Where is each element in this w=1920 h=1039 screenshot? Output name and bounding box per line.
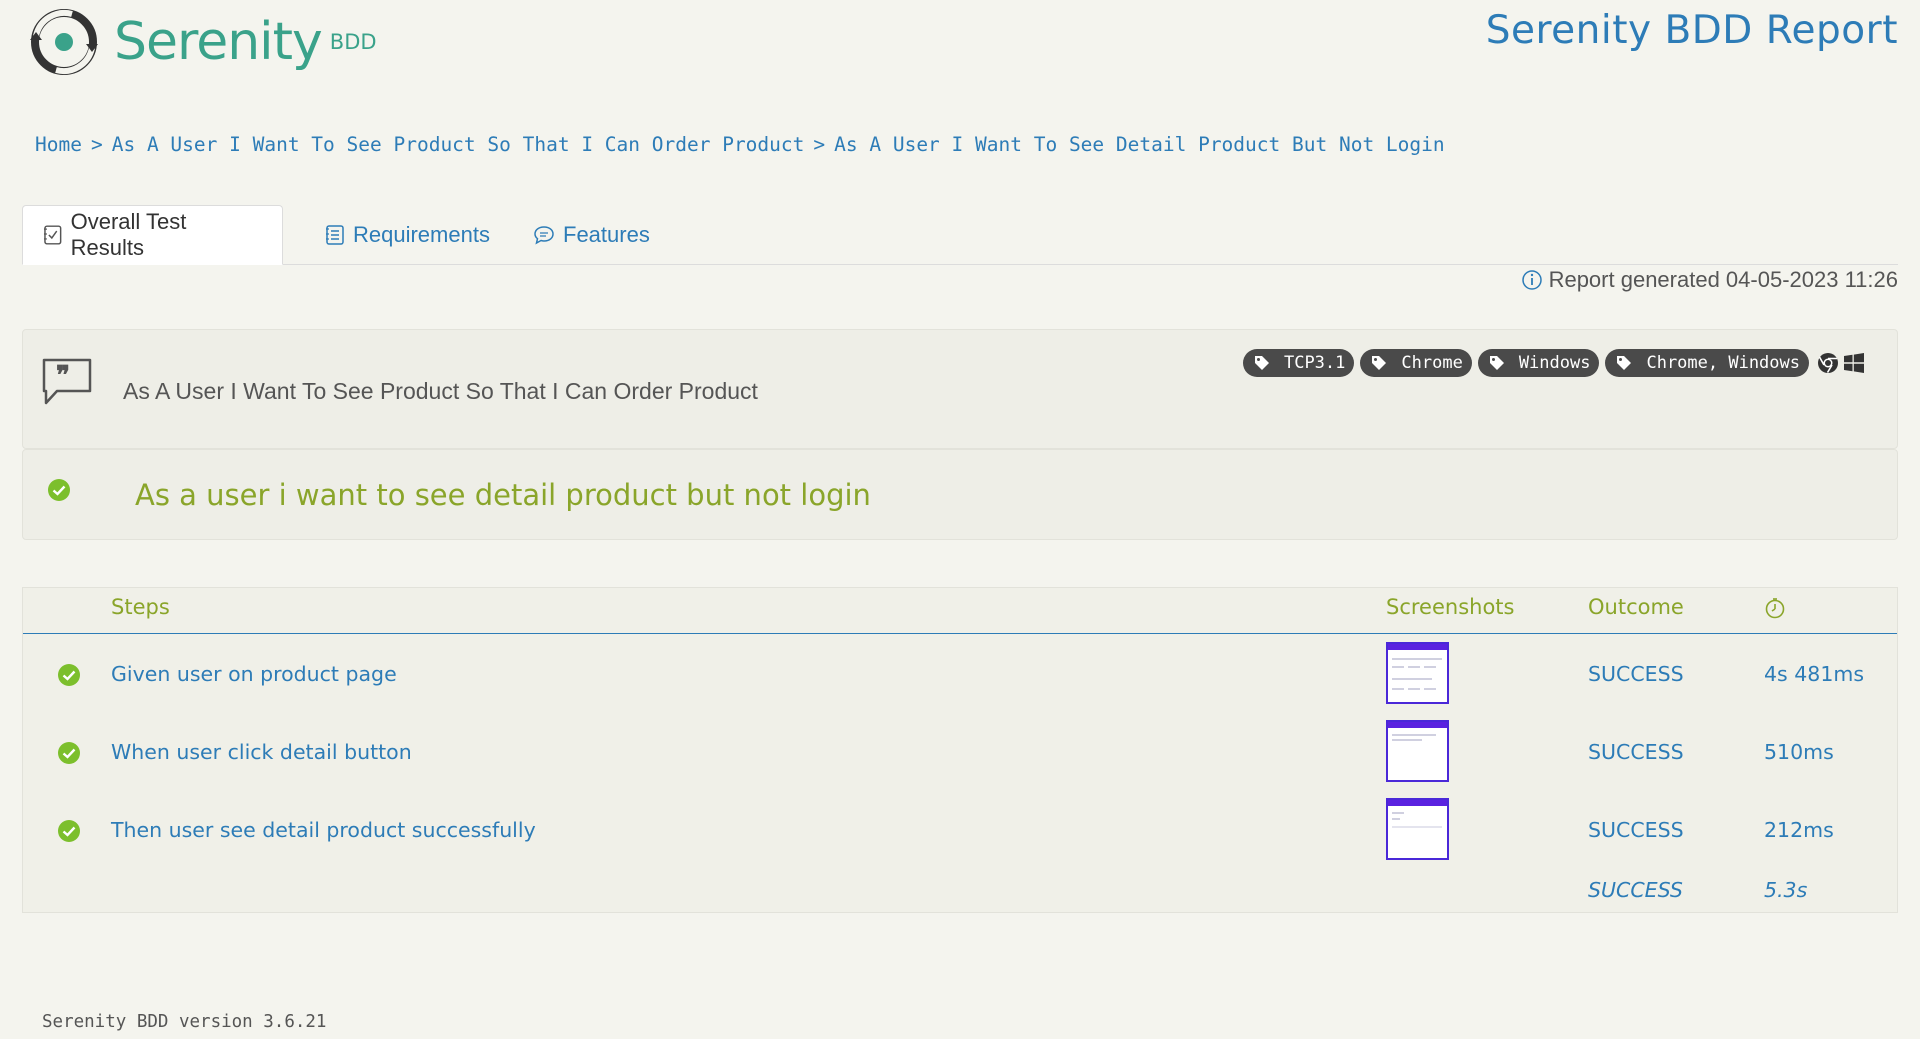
feature-panel: ❞ As A User I Want To See Product So Tha…: [22, 329, 1898, 449]
success-check-icon: [58, 664, 80, 686]
serenity-logo-icon: [30, 9, 98, 75]
step-duration: 510ms: [1764, 740, 1834, 764]
report-tabs: Overall Test Results Requirements Featur…: [22, 205, 1898, 265]
tag-label: TCP3.1: [1283, 353, 1346, 373]
breadcrumb-home[interactable]: Home: [35, 133, 82, 156]
total-duration: 5.3s: [1764, 878, 1808, 902]
tab-label: Overall Test Results: [70, 209, 187, 260]
success-check-icon: [48, 479, 70, 501]
step-duration: 4s 481ms: [1764, 662, 1865, 686]
step-screenshot-thumbnail[interactable]: [1386, 798, 1449, 860]
breadcrumb-scenario[interactable]: As A User I Want To See Detail Product B…: [834, 133, 1444, 156]
step-description: When user click detail button: [111, 740, 412, 764]
screenshots-column-header: Screenshots: [1386, 595, 1515, 619]
success-check-icon: [58, 742, 80, 764]
steps-column-header: Steps: [111, 595, 170, 619]
tab-label: Features: [563, 221, 650, 247]
breadcrumb: Home > As A User I Want To See Product So …: [35, 133, 1445, 156]
scenario-panel: As a user i want to see detail product b…: [22, 449, 1898, 540]
step-description: Then user see detail product successfull…: [111, 818, 536, 842]
scenario-title: As a user i want to see detail product b…: [135, 478, 871, 512]
svg-text:❞: ❞: [56, 361, 70, 391]
breadcrumb-separator: >: [90, 133, 103, 156]
tag-icon: [1372, 356, 1387, 370]
list-icon: [326, 224, 344, 245]
tab-requirements[interactable]: Requirements: [305, 205, 510, 264]
serenity-version: Serenity BDD version 3.6.21: [42, 1012, 327, 1032]
feature-title: As A User I Want To See Product So That …: [123, 378, 758, 404]
tag[interactable]: TCP3.1: [1242, 349, 1355, 377]
comments-icon: [534, 225, 554, 244]
tag-icon: [1489, 356, 1504, 370]
windows-icon: [1844, 353, 1864, 373]
step-description: Given user on product page: [111, 662, 397, 686]
checklist-icon: [43, 225, 62, 245]
tab-overall-test-results[interactable]: Overall Test Results: [22, 205, 283, 265]
tab-label: Requirements: [353, 221, 490, 247]
table-row: When user click detail button SUCCESS 51…: [23, 714, 1897, 792]
tag-label: Chrome: [1401, 353, 1463, 373]
table-row: Then user see detail product successfull…: [23, 792, 1897, 870]
tag-icon: [1617, 356, 1632, 370]
step-outcome: SUCCESS: [1588, 662, 1684, 686]
tag-list: TCP3.1 Chrome Windows Chrome, Windows: [1242, 349, 1865, 377]
step-outcome: SUCCESS: [1588, 818, 1684, 842]
breadcrumb-separator: >: [813, 133, 826, 156]
tag[interactable]: Chrome, Windows: [1605, 349, 1809, 377]
step-duration: 212ms: [1764, 818, 1834, 842]
success-check-icon: [58, 820, 80, 842]
report-generated: Report generated 04-05-2023 11:26: [1521, 267, 1898, 293]
platform-icons: [1817, 352, 1865, 374]
logo-bdd-suffix: BDD: [329, 30, 377, 54]
tag-icon: [1254, 356, 1269, 370]
total-outcome: SUCCESS: [1588, 878, 1683, 902]
clock-icon: [1764, 597, 1786, 624]
table-row: Given user on product page SUCCESS 4s 48…: [23, 636, 1897, 714]
step-outcome: SUCCESS: [1588, 740, 1684, 764]
steps-table: Steps Screenshots Outcome Given user on …: [22, 587, 1898, 913]
tag-label: Chrome, Windows: [1646, 353, 1800, 373]
step-screenshot-thumbnail[interactable]: [1386, 642, 1449, 704]
steps-table-header: Steps Screenshots Outcome: [23, 588, 1897, 634]
report-generated-text: Report generated 04-05-2023 11:26: [1548, 267, 1898, 292]
outcome-column-header: Outcome: [1588, 595, 1684, 619]
tag[interactable]: Chrome: [1360, 349, 1472, 377]
logo-wordmark: Serenity: [114, 12, 323, 72]
tag[interactable]: Windows: [1477, 349, 1600, 377]
serenity-logo: Serenity BDD: [28, 6, 377, 78]
step-screenshot-thumbnail[interactable]: [1386, 720, 1449, 782]
chrome-icon: [1818, 353, 1838, 373]
breadcrumb-feature[interactable]: As A User I Want To See Product So That …: [112, 133, 805, 156]
report-title: Serenity BDD Report: [1485, 8, 1898, 53]
info-icon: [1521, 270, 1542, 290]
quote-comment-icon: ❞: [42, 358, 92, 405]
tag-label: Windows: [1518, 353, 1591, 373]
tab-features[interactable]: Features: [513, 205, 670, 264]
